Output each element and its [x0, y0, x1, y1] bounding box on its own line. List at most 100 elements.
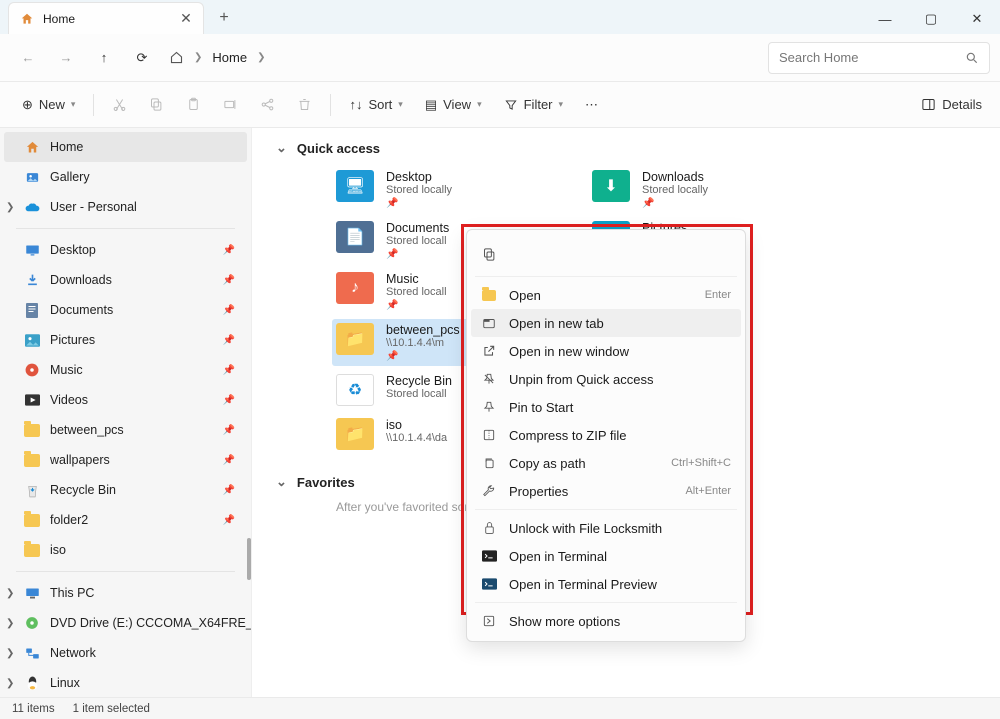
- chevron-right-icon[interactable]: ❯: [6, 678, 14, 689]
- sidebar-resize-handle[interactable]: [247, 538, 251, 580]
- breadcrumb[interactable]: ❯ Home ❯: [168, 50, 265, 66]
- ctx-copy-path[interactable]: Copy as pathCtrl+Shift+C: [467, 449, 745, 477]
- sort-button[interactable]: ↑↓ Sort ▾: [341, 90, 410, 120]
- pin-icon: 📌: [223, 395, 235, 406]
- context-icon-row: [467, 236, 745, 272]
- ctx-open-terminal[interactable]: Open in Terminal: [467, 542, 745, 570]
- separator: [475, 509, 737, 510]
- ctx-pin-start[interactable]: Pin to Start: [467, 393, 745, 421]
- view-button[interactable]: ▤ View ▾: [417, 90, 490, 120]
- filter-icon: [504, 98, 518, 112]
- refresh-button[interactable]: ⟳: [124, 40, 160, 76]
- sidebar-item-recycle-bin[interactable]: Recycle Bin📌: [0, 475, 251, 505]
- pin-icon: [481, 399, 497, 415]
- pin-icon: 📌: [223, 275, 235, 286]
- pin-icon: 📌: [223, 425, 235, 436]
- sidebar-item-videos[interactable]: Videos📌: [0, 385, 251, 415]
- ctx-open-new-tab[interactable]: Open in new tab: [471, 309, 741, 337]
- chevron-right-icon[interactable]: ❯: [6, 648, 14, 659]
- ctx-show-more[interactable]: Show more options: [467, 607, 745, 635]
- folder-icon: 📁: [336, 323, 374, 355]
- content-area: ⌄ Quick access 🖥DesktopStored locally📌 ⬇…: [252, 128, 1000, 697]
- separator: [16, 571, 235, 572]
- chevron-right-icon[interactable]: ❯: [6, 618, 14, 629]
- pin-icon: 📌: [223, 455, 235, 466]
- chevron-down-icon: ▾: [559, 99, 564, 110]
- minimize-button[interactable]: —: [862, 4, 908, 34]
- pin-icon: 📌: [223, 485, 235, 496]
- sidebar-item-music[interactable]: Music📌: [0, 355, 251, 385]
- sidebar-item-linux[interactable]: ❯Linux: [0, 668, 251, 697]
- pc-icon: [24, 585, 40, 601]
- recycle-bin-icon: [24, 482, 40, 498]
- chevron-down-icon: ▾: [477, 99, 482, 110]
- ctx-unpin[interactable]: Unpin from Quick access: [467, 365, 745, 393]
- forward-button[interactable]: →: [48, 40, 84, 76]
- tab-title: Home: [43, 12, 171, 26]
- terminal-icon: [481, 548, 497, 564]
- pin-icon: 📌: [223, 515, 235, 526]
- sidebar-item-gallery[interactable]: Gallery: [0, 162, 251, 192]
- sidebar-item-documents[interactable]: Documents📌: [0, 295, 251, 325]
- ctx-properties[interactable]: PropertiesAlt+Enter: [467, 477, 745, 505]
- close-tab-icon[interactable]: ✕: [179, 12, 193, 26]
- disc-icon: [24, 615, 40, 631]
- separator: [475, 602, 737, 603]
- delete-button[interactable]: [289, 90, 320, 120]
- sidebar-item-network[interactable]: ❯Network: [0, 638, 251, 668]
- sidebar-item-dvd[interactable]: ❯DVD Drive (E:) CCCOMA_X64FRE_EN-US_D: [0, 608, 251, 638]
- chevron-right-icon[interactable]: ❯: [6, 588, 14, 599]
- sidebar-item-wallpapers[interactable]: wallpapers📌: [0, 445, 251, 475]
- sidebar-item-home[interactable]: Home: [4, 132, 247, 162]
- pin-icon: 📌: [223, 365, 235, 376]
- copy-button[interactable]: [141, 90, 172, 120]
- unpin-icon: [481, 371, 497, 387]
- ctx-open-new-window[interactable]: Open in new window: [467, 337, 745, 365]
- cut-button[interactable]: [104, 90, 135, 120]
- quick-access-header[interactable]: ⌄ Quick access: [272, 140, 980, 156]
- maximize-button[interactable]: ▢: [908, 4, 954, 34]
- sidebar-item-downloads[interactable]: Downloads📌: [0, 265, 251, 295]
- ctx-compress-zip[interactable]: Compress to ZIP file: [467, 421, 745, 449]
- details-pane-button[interactable]: Details: [917, 97, 986, 112]
- ctx-open-terminal-preview[interactable]: Open in Terminal Preview: [467, 570, 745, 598]
- close-window-button[interactable]: ✕: [954, 4, 1000, 34]
- pin-icon: 📌: [386, 300, 447, 311]
- ctx-file-locksmith[interactable]: Unlock with File Locksmith: [467, 514, 745, 542]
- new-button[interactable]: ⊕ New ▾: [14, 90, 83, 120]
- quick-access-downloads[interactable]: ⬇DownloadsStored locally📌: [588, 166, 838, 213]
- ctx-open[interactable]: OpenEnter: [467, 281, 745, 309]
- filter-button[interactable]: Filter ▾: [496, 90, 571, 120]
- copy-icon[interactable]: [481, 246, 497, 262]
- new-tab-button[interactable]: +: [210, 4, 238, 32]
- sidebar: Home Gallery ❯ User - Personal Desktop📌 …: [0, 128, 252, 697]
- context-menu: OpenEnter Open in new tab Open in new wi…: [466, 229, 746, 642]
- sidebar-item-this-pc[interactable]: ❯This PC: [0, 578, 251, 608]
- documents-icon: [24, 302, 40, 318]
- chevron-down-icon: ▾: [398, 99, 403, 110]
- more-button[interactable]: ⋯: [577, 90, 606, 120]
- sidebar-item-pictures[interactable]: Pictures📌: [0, 325, 251, 355]
- folder-icon: [481, 287, 497, 303]
- selection-count: 1 item selected: [73, 703, 150, 715]
- home-icon: [168, 50, 184, 66]
- videos-icon: [24, 392, 40, 408]
- sidebar-item-between-pcs[interactable]: between_pcs📌: [0, 415, 251, 445]
- search-input[interactable]: Search Home: [768, 42, 990, 74]
- rename-button[interactable]: [215, 90, 246, 120]
- quick-access-desktop[interactable]: 🖥DesktopStored locally📌: [332, 166, 582, 213]
- pin-icon: 📌: [642, 198, 708, 209]
- back-button[interactable]: ←: [10, 40, 46, 76]
- sidebar-item-desktop[interactable]: Desktop📌: [0, 235, 251, 265]
- chevron-right-icon[interactable]: ❯: [6, 202, 14, 213]
- crumb-home[interactable]: Home: [212, 50, 247, 65]
- sidebar-item-folder2[interactable]: folder2📌: [0, 505, 251, 535]
- window-controls: — ▢ ✕: [862, 4, 1000, 34]
- up-button[interactable]: ↑: [86, 40, 122, 76]
- share-button[interactable]: [252, 90, 283, 120]
- terminal-preview-icon: [481, 576, 497, 592]
- tab-home[interactable]: Home ✕: [8, 2, 204, 34]
- sidebar-item-user[interactable]: ❯ User - Personal: [0, 192, 251, 222]
- sidebar-item-iso[interactable]: iso: [0, 535, 251, 565]
- paste-button[interactable]: [178, 90, 209, 120]
